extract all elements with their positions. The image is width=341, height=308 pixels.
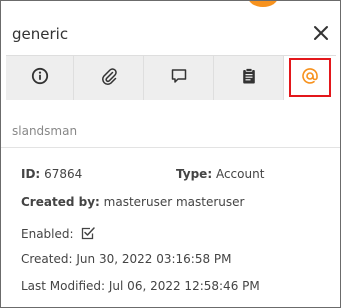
enabled-label: Enabled: [21,227,74,241]
created-by-row: Created by: masteruser masteruser [21,194,244,210]
record-name: slandsman [12,124,78,138]
tab-mentions[interactable] [284,56,336,100]
tab-info[interactable] [6,56,74,100]
type-row: Type: Account [176,166,264,182]
panel-header: generic [1,1,340,55]
detail-panel: generic slandsman ID: 67864 Type: Accoun… [0,0,341,308]
section-divider [1,147,340,148]
close-icon[interactable] [311,23,331,43]
enabled-row: Enabled: [21,225,96,245]
id-label: ID: [21,167,41,181]
tab-comments[interactable] [144,56,214,100]
created-label: Created: [21,252,73,266]
id-value: 67864 [44,167,83,181]
type-value: Account [215,167,265,181]
created-by-value: masteruser masteruser [103,195,245,209]
type-label: Type: [176,167,213,181]
info-icon [31,67,49,89]
comment-icon [170,67,188,89]
created-row: Created: Jun 30, 2022 03:16:58 PM [21,251,232,267]
id-row: ID: 67864 [21,166,82,182]
tab-bar [6,55,336,100]
tab-notes[interactable] [214,56,284,100]
paperclip-icon [100,67,118,89]
created-value: Jun 30, 2022 03:16:58 PM [76,252,232,266]
checkbox-checked-icon [80,225,96,245]
clipboard-icon [240,67,258,89]
at-sign-icon [301,67,319,89]
modified-row: Last Modified: Jul 06, 2022 12:58:46 PM [21,278,260,294]
panel-title: generic [12,25,69,43]
modified-value: Jul 06, 2022 12:58:46 PM [108,279,260,293]
modified-label: Last Modified: [21,279,106,293]
created-by-label: Created by: [21,195,100,209]
tab-attachments[interactable] [74,56,144,100]
